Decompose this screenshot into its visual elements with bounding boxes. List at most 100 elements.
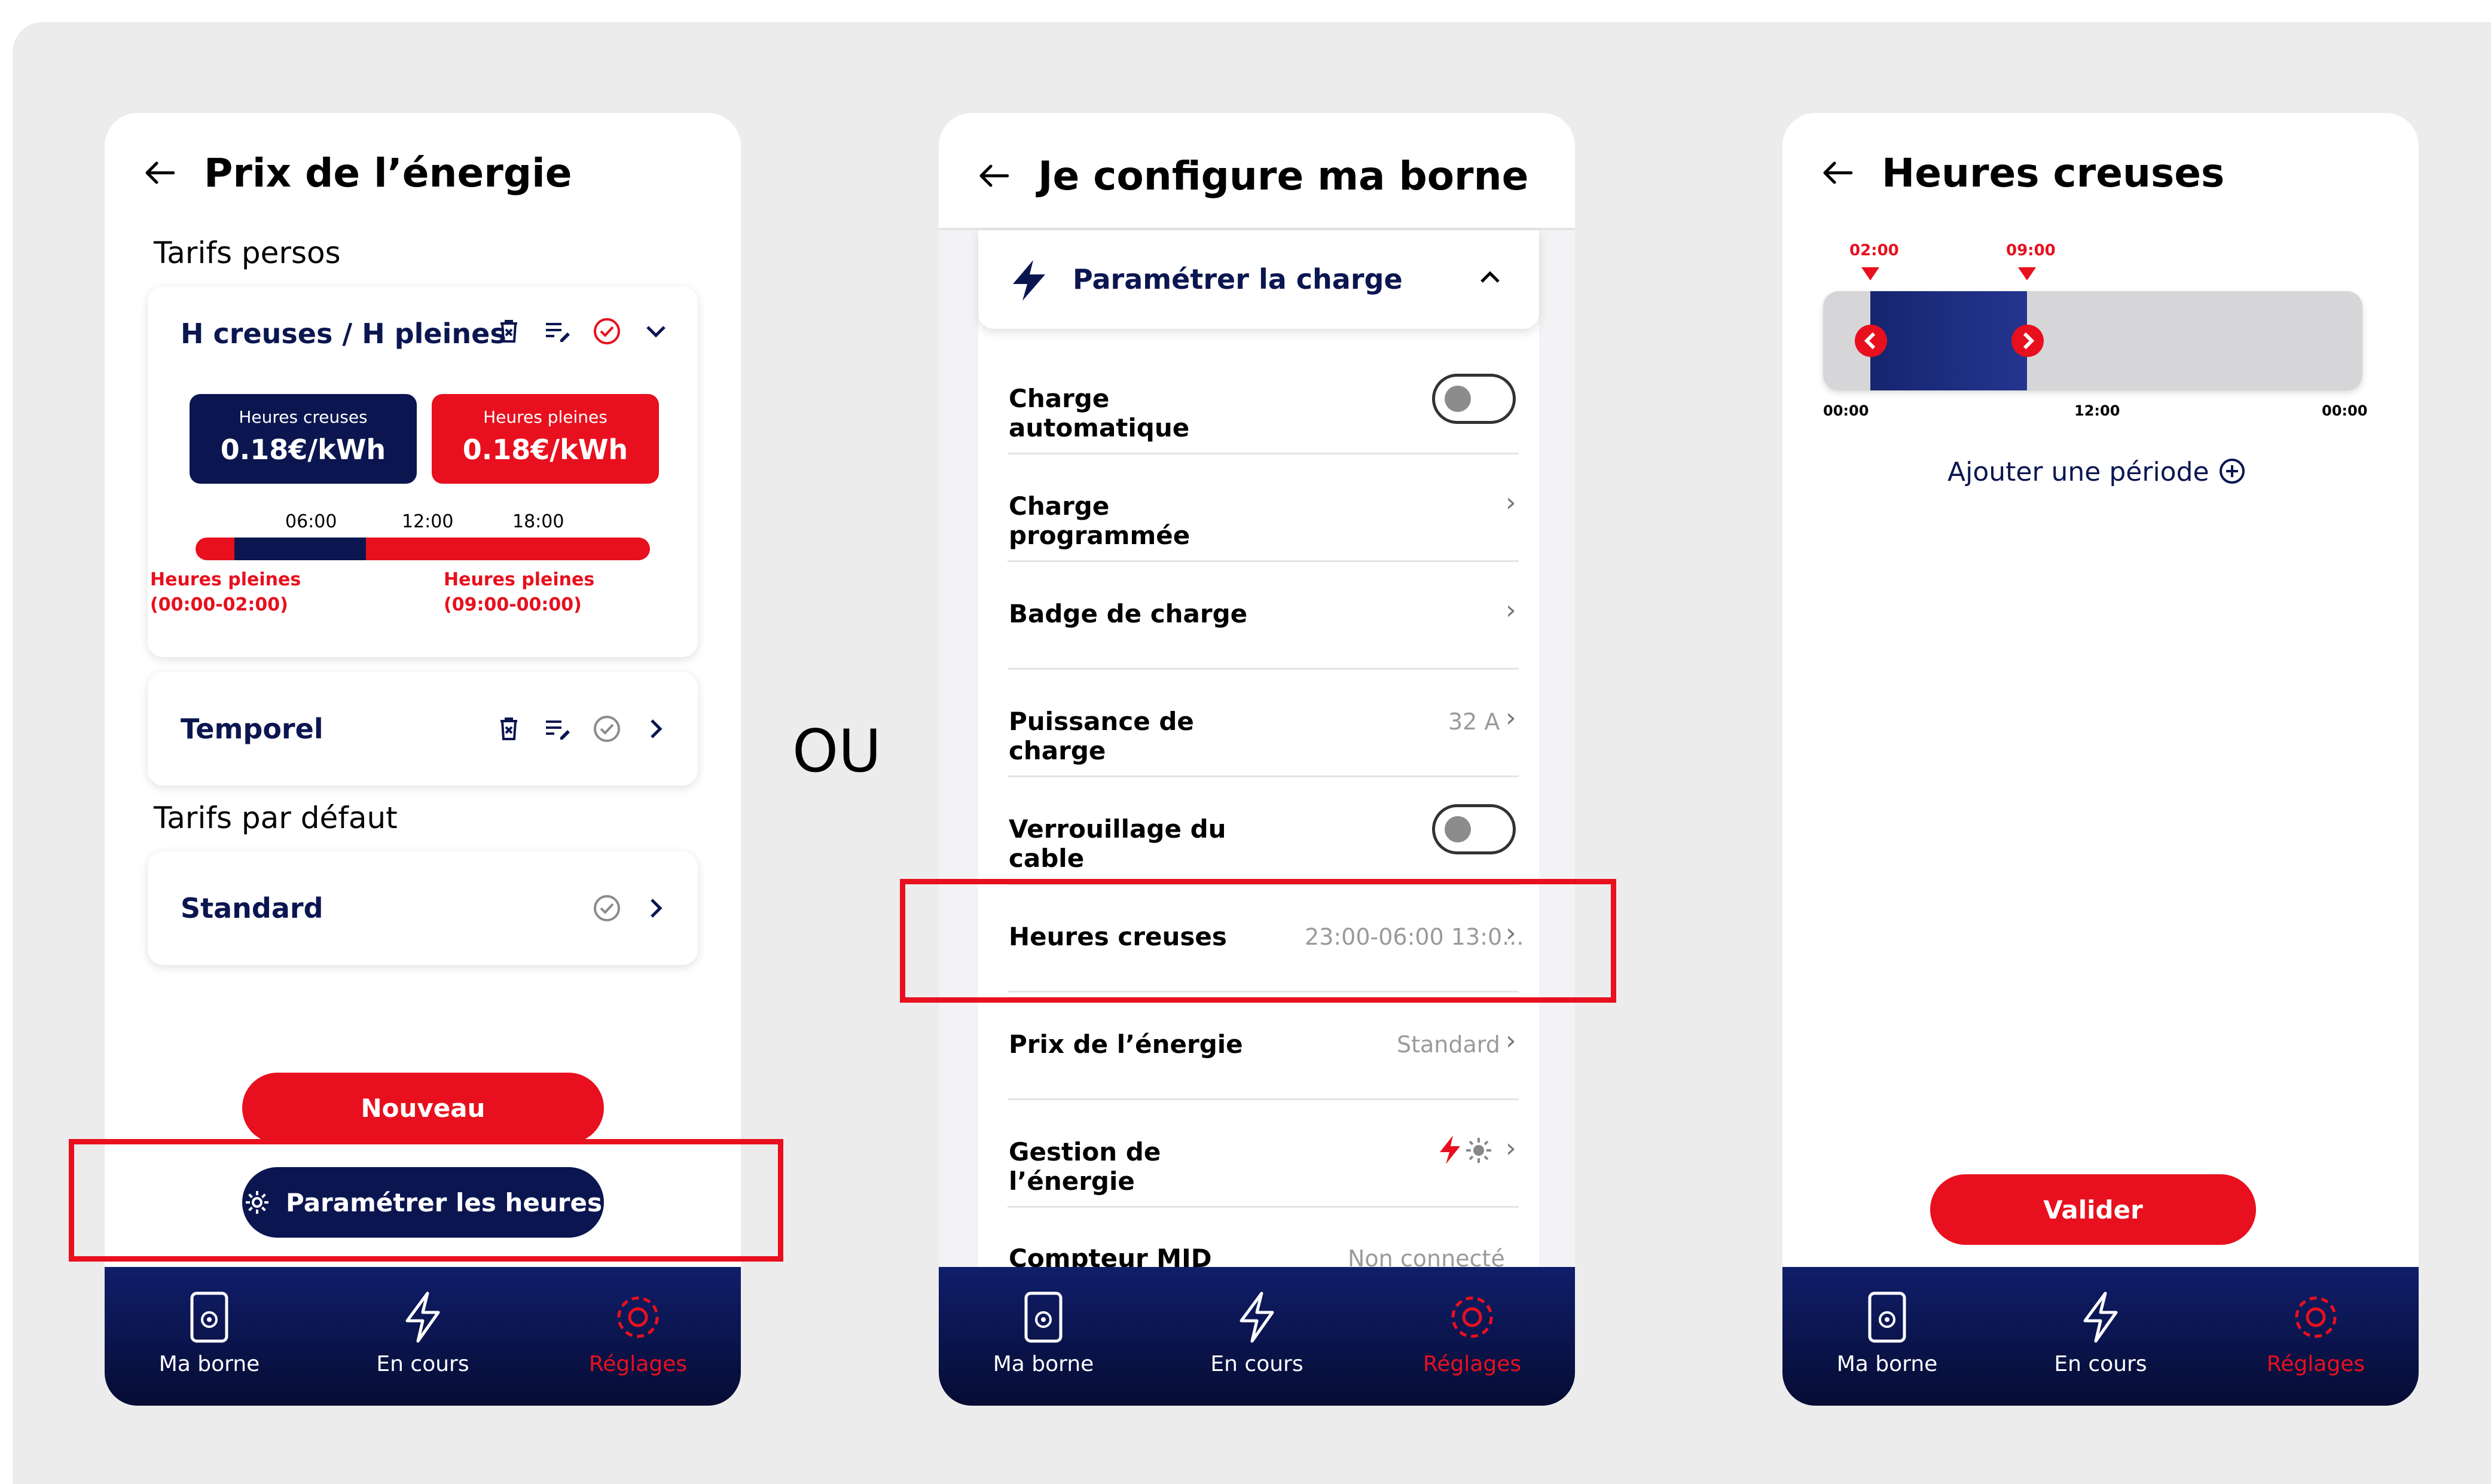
- bottom-nav: Ma borne En cours Réglages: [939, 1267, 1575, 1406]
- tile-off-peak: Heures creuses 0.18€/kWh: [190, 394, 417, 484]
- header: Heures creuses: [1816, 140, 2395, 206]
- lightning-icon: [1437, 1134, 1461, 1168]
- back-arrow-icon[interactable]: [972, 155, 1014, 197]
- charger-icon: [188, 1291, 230, 1347]
- tariff-card-standard[interactable]: Standard: [148, 851, 698, 965]
- peak-note-left: Heures pleines (00:00-02:00): [150, 569, 301, 615]
- edit-list-icon[interactable]: [543, 316, 573, 346]
- charge-power-value: 32 A: [1448, 709, 1500, 735]
- energy-price-value: Standard: [1397, 1031, 1500, 1058]
- row-divider: [1008, 668, 1519, 670]
- off-peak-range: [1870, 291, 2027, 390]
- tariff-card-hc-hp[interactable]: H creuses / H pleines Heures creuses 0.1…: [148, 286, 698, 657]
- row-divider: [1008, 560, 1519, 562]
- charger-icon: [1866, 1291, 1908, 1347]
- check-circle-icon[interactable]: [592, 893, 622, 923]
- scale-label: 00:00: [2322, 402, 2368, 419]
- row-divider: [1008, 1206, 1519, 1208]
- tile-peak: Heures pleines 0.18€/kWh: [432, 394, 659, 484]
- add-period-link[interactable]: Ajouter une période: [1947, 457, 2245, 487]
- tariff-card-temporel[interactable]: Temporel: [148, 672, 698, 786]
- row-divider: [1008, 1098, 1519, 1100]
- nav-settings[interactable]: Réglages: [560, 1290, 716, 1376]
- highlight-off-peak-row: [900, 879, 1616, 1003]
- sun-icon: [1465, 1137, 1492, 1167]
- row-scheduled-charge[interactable]: Charge programmée: [1009, 491, 1260, 550]
- off-peak-segment: [234, 538, 366, 560]
- add-circle-icon: [2219, 458, 2245, 487]
- nav-current[interactable]: En cours: [2023, 1290, 2178, 1376]
- marker-end-label: 09:00: [2006, 242, 2056, 259]
- scale-label: 12:00: [402, 511, 454, 532]
- check-circle-icon[interactable]: [592, 316, 622, 346]
- nav-home[interactable]: Ma borne: [132, 1290, 287, 1376]
- header: Prix de l’énergie: [138, 140, 717, 206]
- marker-start-pointer: [1860, 266, 1881, 284]
- new-tariff-button[interactable]: Nouveau: [242, 1073, 604, 1143]
- section-label-perso: Tarifs persos: [154, 236, 341, 270]
- nav-home[interactable]: Ma borne: [1809, 1290, 1965, 1376]
- marker-end-pointer: [2017, 266, 2037, 284]
- row-charge-power[interactable]: Puissance de charge: [1009, 707, 1260, 765]
- gear-icon: [2288, 1296, 2343, 1347]
- nav-current[interactable]: En cours: [345, 1290, 500, 1376]
- chevron-right-icon[interactable]: [641, 714, 671, 744]
- bottom-nav: Ma borne En cours Réglages: [1782, 1267, 2419, 1406]
- page-title: Heures creuses: [1882, 149, 2225, 196]
- auto-charge-toggle[interactable]: [1432, 374, 1516, 424]
- lightning-icon: [399, 1291, 447, 1347]
- cable-lock-toggle[interactable]: [1432, 804, 1516, 854]
- chevron-right-icon[interactable]: ›: [1506, 595, 1516, 625]
- row-charge-badge[interactable]: Badge de charge: [1009, 599, 1260, 628]
- range-start-handle[interactable]: [1854, 324, 1888, 360]
- nav-settings[interactable]: Réglages: [2238, 1290, 2394, 1376]
- page-title: Je configure ma borne: [1038, 152, 1529, 199]
- scale-label: 12:00: [2074, 402, 2120, 419]
- chevron-right-icon[interactable]: ›: [1506, 703, 1516, 733]
- gear-icon: [610, 1296, 666, 1347]
- lightning-icon: [1233, 1291, 1281, 1347]
- chevron-down-icon[interactable]: [641, 316, 671, 346]
- charger-icon: [1022, 1291, 1064, 1347]
- separator-text: OU: [792, 717, 881, 786]
- nav-current[interactable]: En cours: [1179, 1290, 1335, 1376]
- row-divider: [1008, 775, 1519, 777]
- nav-home[interactable]: Ma borne: [966, 1290, 1121, 1376]
- chevron-right-icon[interactable]: ›: [1506, 1133, 1516, 1164]
- highlight-set-hours: [69, 1139, 783, 1262]
- phone-configure: Je configure ma borne Paramétrer la char…: [939, 113, 1575, 1406]
- settings-panel: Paramétrer la charge Charge automatique …: [939, 230, 1575, 1273]
- phone-off-peak-hours: Heures creuses 02:00 09:00 00:00 12:00 0…: [1782, 113, 2419, 1406]
- card-title: Standard: [181, 892, 323, 924]
- row-auto-charge: Charge automatique: [1009, 384, 1190, 442]
- marker-start-label: 02:00: [1849, 242, 1899, 259]
- peak-note-right: Heures pleines (09:00-00:00): [444, 569, 595, 615]
- back-arrow-icon[interactable]: [1816, 152, 1858, 194]
- chevron-right-icon[interactable]: ›: [1506, 1025, 1516, 1056]
- bottom-nav: Ma borne En cours Réglages: [105, 1267, 741, 1406]
- chevron-right-icon[interactable]: [641, 893, 671, 923]
- gear-icon: [1445, 1296, 1500, 1347]
- lightning-icon: [2077, 1291, 2124, 1347]
- scale-label: 18:00: [512, 511, 564, 532]
- section-label-default: Tarifs par défaut: [154, 801, 398, 835]
- delete-icon[interactable]: [494, 714, 524, 744]
- chevron-right-icon[interactable]: ›: [1506, 487, 1516, 518]
- scale-label: 06:00: [285, 511, 337, 532]
- scale-label: 00:00: [1823, 402, 1869, 419]
- range-end-handle[interactable]: [2011, 324, 2044, 360]
- card-title: H creuses / H pleines: [181, 317, 506, 350]
- row-energy-management[interactable]: Gestion de l’énergie: [1009, 1137, 1260, 1196]
- nav-settings[interactable]: Réglages: [1394, 1290, 1550, 1376]
- header: Je configure ma borne: [972, 143, 1551, 209]
- validate-button[interactable]: Valider: [1930, 1174, 2256, 1245]
- check-circle-icon[interactable]: [592, 714, 622, 744]
- card-title: Temporel: [181, 713, 323, 745]
- chevron-up-icon[interactable]: [1480, 271, 1500, 286]
- delete-icon[interactable]: [494, 316, 524, 346]
- row-divider: [1008, 453, 1519, 454]
- edit-list-icon[interactable]: [543, 714, 573, 744]
- row-energy-price[interactable]: Prix de l’énergie: [1009, 1030, 1260, 1059]
- section-header-charge[interactable]: Paramétrer la charge: [978, 230, 1539, 329]
- back-arrow-icon[interactable]: [138, 152, 180, 194]
